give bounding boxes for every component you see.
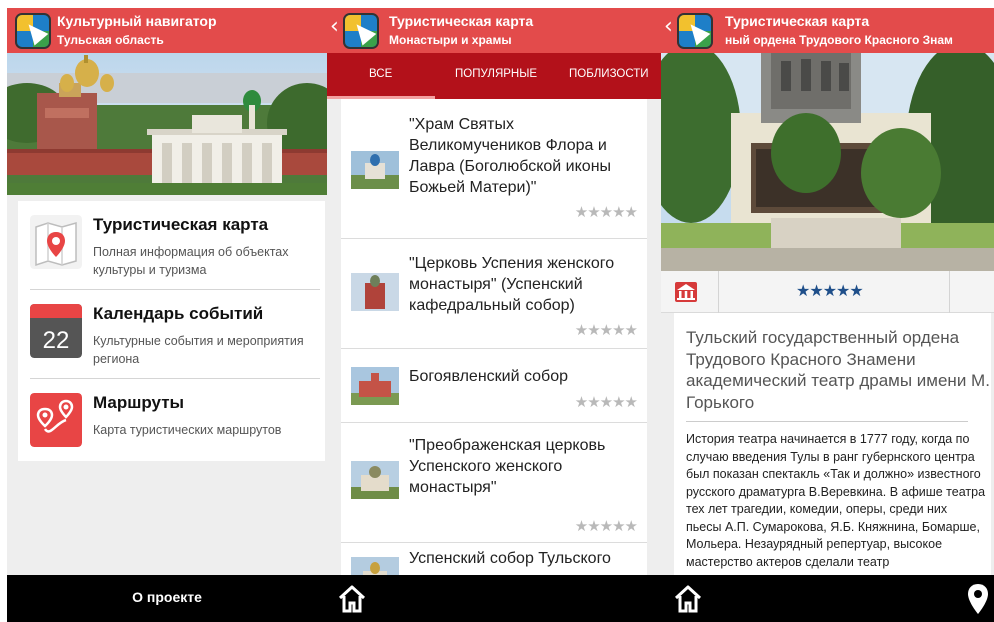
places-list: "Храм Святых Великомучеников Флора и Лав… (341, 99, 647, 575)
rating-stars: ★★★★★ (574, 393, 638, 411)
place-name: "Преображенская церковь Успенского женск… (409, 437, 606, 496)
calendar-icon: 22 (30, 304, 82, 358)
rating-stars[interactable]: ★★★★★ (796, 281, 864, 300)
tab-all[interactable]: ВСЕ (369, 68, 392, 80)
app-logo-icon (15, 13, 51, 49)
place-name: "Церковь Успения женского монастыря" (Ус… (409, 255, 615, 314)
place-subtitle: ный ордена Трудового Красного Знам (725, 33, 953, 47)
route-icon (30, 393, 82, 447)
place-description: История театра начинается в 1777 году, к… (686, 432, 986, 569)
map-pin-icon (30, 215, 82, 269)
menu-item-tourist-map[interactable]: Туристическая карта Полная информация об… (18, 201, 325, 289)
detail-screen: ‹ Туристическая карта ный ордена Трудово… (661, 8, 994, 622)
menu-item-routes[interactable]: Маршруты Карта туристических маршрутов (18, 379, 325, 467)
place-thumbnail (351, 273, 399, 311)
location-pin-icon[interactable] (966, 583, 990, 615)
place-details: Тульский государственный ордена Трудовог… (674, 313, 991, 575)
list-item[interactable]: Успенский собор Тульского кремля (341, 543, 647, 575)
app-logo-icon[interactable] (677, 13, 713, 49)
menu-item-title: Календарь событий (93, 304, 264, 323)
kremlin-photo (7, 53, 327, 195)
app-header: Культурный навигатор Тульская область (7, 8, 327, 53)
category-subtitle: Монастыри и храмы (389, 33, 512, 47)
main-menu: Туристическая карта Полная информация об… (18, 201, 325, 461)
menu-item-title: Туристическая карта (93, 215, 269, 234)
place-thumbnail (351, 151, 399, 189)
menu-item-description: Карта туристических маршрутов (93, 423, 282, 437)
home-icon[interactable] (337, 584, 367, 614)
filter-tabs: ВСЕ ПОПУЛЯРНЫЕ ПОБЛИЗОСТИ (327, 53, 661, 99)
place-name: Богоявленский собор (409, 368, 569, 385)
list-item[interactable]: "Храм Святых Великомучеников Флора и Лав… (341, 99, 647, 237)
rating-stars: ★★★★★ (574, 517, 638, 535)
app-header: ‹ Туристическая карта Монастыри и храмы (327, 8, 661, 53)
menu-item-description: Культурные события и мероприятия региона (93, 334, 304, 366)
screen-title: Туристическая карта (389, 13, 534, 29)
place-thumbnail (351, 557, 399, 575)
screen-title: Туристическая карта (725, 13, 870, 29)
bottom-bar (327, 575, 661, 622)
list-item[interactable]: "Церковь Успения женского монастыря" (Ус… (341, 239, 647, 347)
place-thumbnail (351, 461, 399, 499)
app-title: Культурный навигатор (57, 13, 217, 29)
divider (949, 271, 950, 313)
app-logo-icon[interactable] (343, 13, 379, 49)
place-name: "Храм Святых Великомучеников Флора и Лав… (409, 116, 612, 196)
rating-stars: ★★★★★ (574, 321, 638, 339)
back-arrow-icon[interactable]: ‹ (664, 16, 673, 38)
home-screen: Культурный навигатор Тульская область Ту… (7, 8, 327, 622)
menu-item-description: Полная информация об объектах культуры и… (93, 245, 289, 277)
place-title: Тульский государственный ордена Трудовог… (686, 328, 990, 412)
theatre-photo (661, 53, 994, 271)
theatre-building-icon (675, 282, 697, 302)
app-header: ‹ Туристическая карта ный ордена Трудово… (661, 8, 994, 53)
divider (686, 421, 968, 422)
divider (718, 271, 719, 313)
list-item[interactable]: "Преображенская церковь Успенского женск… (341, 423, 647, 541)
calendar-day: 22 (43, 327, 70, 354)
region-label: Тульская область (57, 33, 164, 47)
about-project-button[interactable]: О проекте (7, 589, 327, 605)
rating-strip: ★★★★★ (661, 271, 994, 313)
bottom-bar: О проекте (7, 575, 327, 622)
home-icon[interactable] (673, 584, 703, 614)
menu-item-events-calendar[interactable]: 22 Календарь событий Культурные события … (18, 290, 325, 378)
bottom-bar (661, 575, 994, 622)
tab-nearby[interactable]: ПОБЛИЗОСТИ (569, 68, 649, 80)
place-name: Успенский собор Тульского кремля (409, 550, 611, 575)
list-item[interactable]: Богоявленский собор ★★★★★ (341, 349, 647, 421)
place-thumbnail (351, 367, 399, 405)
back-arrow-icon[interactable]: ‹ (330, 16, 339, 38)
tab-popular[interactable]: ПОПУЛЯРНЫЕ (455, 68, 537, 80)
rating-stars: ★★★★★ (574, 203, 638, 221)
menu-item-title: Маршруты (93, 393, 185, 412)
list-screen: ‹ Туристическая карта Монастыри и храмы … (327, 8, 661, 622)
